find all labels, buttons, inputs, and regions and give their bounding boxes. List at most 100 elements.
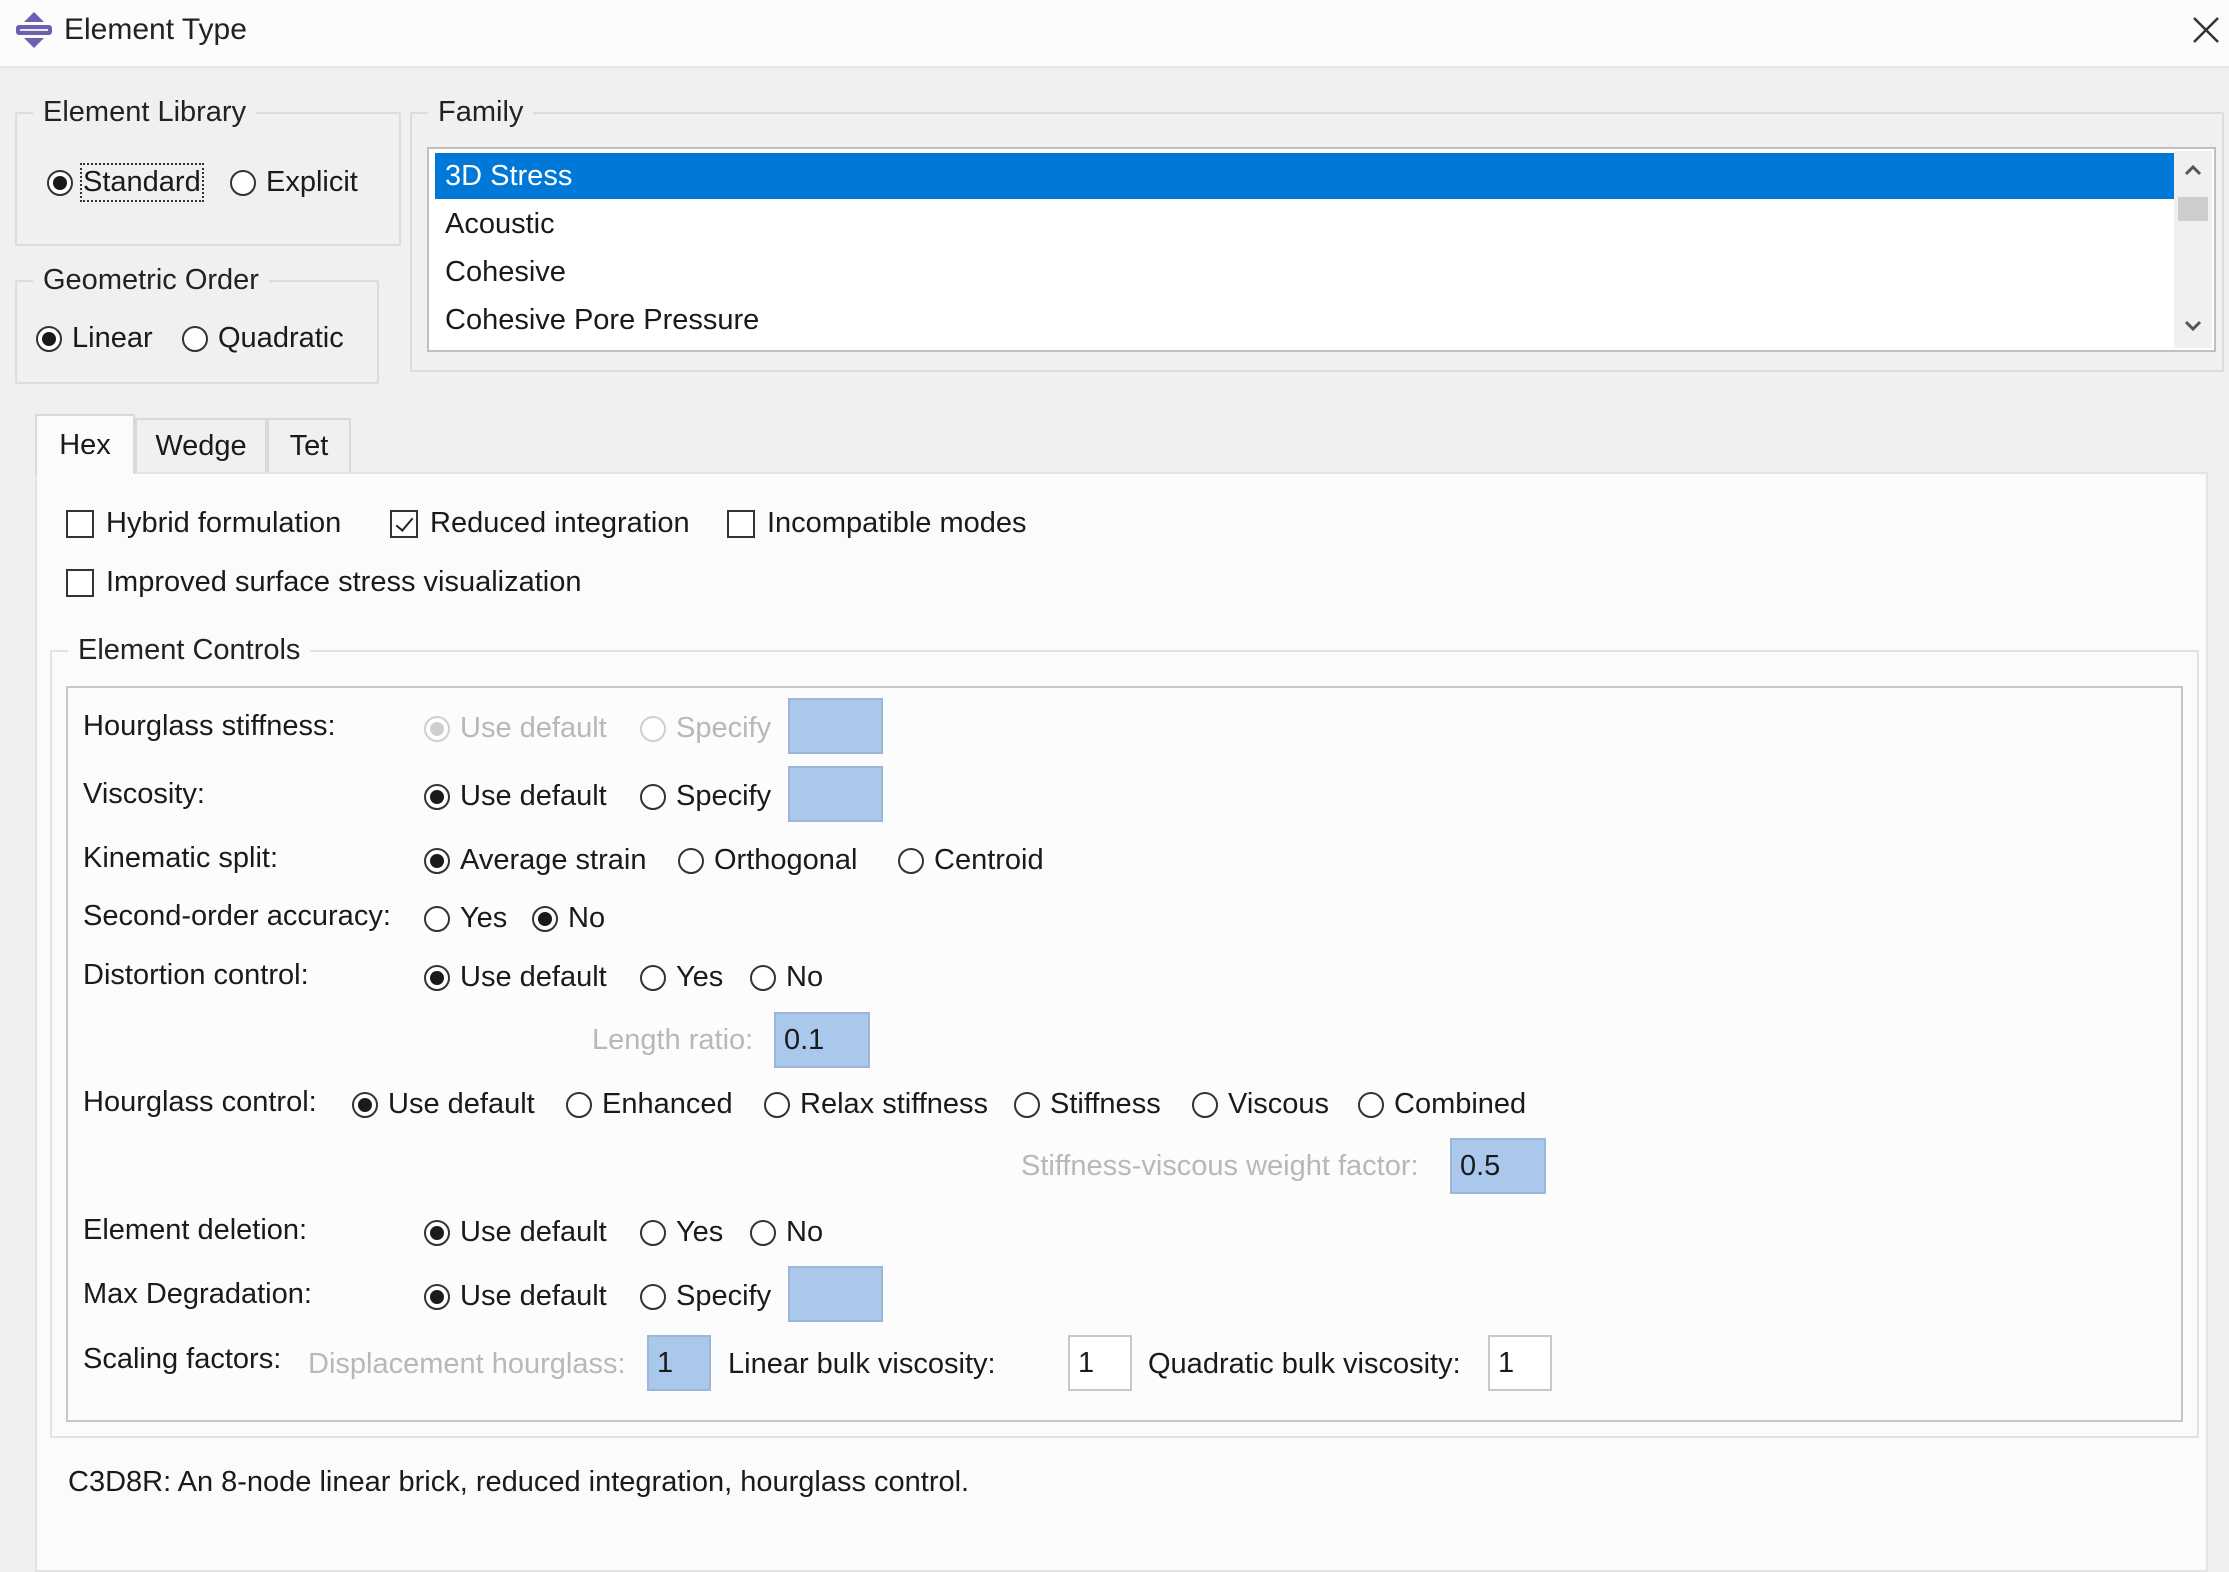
hourglass-use-default-radio[interactable]: Use default xyxy=(352,1088,535,1121)
stiffness-viscous-weight-input[interactable]: 0.5 xyxy=(1450,1138,1546,1194)
radio-indicator xyxy=(640,1283,666,1310)
radio-standard[interactable]: Standard xyxy=(47,163,204,202)
radio-label: Enhanced xyxy=(602,1088,733,1120)
radio-indicator xyxy=(640,783,666,810)
incompatible-modes-checkbox[interactable]: Incompatible modes xyxy=(727,507,1027,540)
abaqus-app-icon xyxy=(14,10,54,50)
stiffness-viscous-weight-label: Stiffness-viscous weight factor: xyxy=(1021,1150,1419,1182)
radio-quadratic[interactable]: Quadratic xyxy=(182,322,344,355)
viscosity-use-default-radio[interactable]: Use default xyxy=(424,780,607,813)
hourglass-viscous-radio[interactable]: Viscous xyxy=(1192,1088,1329,1121)
chevron-down-icon xyxy=(2184,320,2202,332)
hybrid-formulation-checkbox[interactable]: Hybrid formulation xyxy=(66,507,341,540)
checkbox-box xyxy=(66,568,94,597)
kinematic-orthogonal-radio[interactable]: Orthogonal xyxy=(678,844,858,877)
second-order-no-radio[interactable]: No xyxy=(532,902,605,935)
element-deletion-no-radio[interactable]: No xyxy=(750,1216,823,1249)
radio-linear[interactable]: Linear xyxy=(36,322,153,355)
radio-indicator xyxy=(750,1219,776,1246)
checkbox-label: Improved surface stress visualization xyxy=(106,566,582,598)
hourglass-stiffness-input[interactable] xyxy=(788,698,883,754)
checkbox-box xyxy=(66,509,94,538)
distortion-use-default-radio[interactable]: Use default xyxy=(424,961,607,994)
radio-label: Yes xyxy=(460,902,508,934)
geometric-order-legend: Geometric Order xyxy=(43,264,259,296)
linear-bulk-viscosity-input[interactable]: 1 xyxy=(1068,1335,1132,1391)
radio-label: No xyxy=(568,902,606,934)
radio-label: Relax stiffness xyxy=(800,1088,989,1120)
tab-tet[interactable]: Tet xyxy=(267,418,351,472)
element-controls-legend: Element Controls xyxy=(78,634,301,666)
checkbox-label: Incompatible modes xyxy=(767,507,1027,539)
radio-label: Yes xyxy=(676,1216,724,1248)
tab-hex[interactable]: Hex xyxy=(35,414,135,474)
element-deletion-yes-radio[interactable]: Yes xyxy=(640,1216,723,1249)
radio-indicator xyxy=(750,964,776,991)
family-listbox[interactable]: 3D Stress Acoustic Cohesive Cohesive Por… xyxy=(427,147,2216,352)
chevron-up-icon xyxy=(2184,164,2202,176)
radio-indicator xyxy=(532,905,558,932)
checkbox-label: Reduced integration xyxy=(430,507,690,539)
radio-indicator xyxy=(424,847,450,874)
distortion-yes-radio[interactable]: Yes xyxy=(640,961,723,994)
window-title: Element Type xyxy=(64,13,247,46)
radio-label: Use default xyxy=(388,1088,535,1120)
max-degradation-input[interactable] xyxy=(788,1266,883,1322)
distortion-no-radio[interactable]: No xyxy=(750,961,823,994)
displacement-hourglass-input[interactable]: 1 xyxy=(647,1335,711,1391)
family-legend: Family xyxy=(438,96,524,128)
max-degradation-use-default-radio[interactable]: Use default xyxy=(424,1280,607,1313)
reduced-integration-checkbox[interactable]: Reduced integration xyxy=(390,507,690,540)
radio-label: Specify xyxy=(676,1280,772,1312)
scaling-factors-label: Scaling factors: xyxy=(83,1343,282,1375)
family-item-cohesive-pore-pressure[interactable]: Cohesive Pore Pressure xyxy=(435,297,2175,343)
kinematic-average-strain-radio[interactable]: Average strain xyxy=(424,844,646,877)
hourglass-enhanced-radio[interactable]: Enhanced xyxy=(566,1088,733,1121)
hourglass-stiffness-use-default-radio[interactable]: Use default xyxy=(424,712,607,745)
radio-indicator xyxy=(424,964,450,991)
radio-label: Specify xyxy=(676,780,772,812)
radio-indicator xyxy=(424,783,450,810)
radio-label: Use default xyxy=(460,1280,607,1312)
length-ratio-input[interactable]: 0.1 xyxy=(774,1012,870,1068)
element-controls-panel xyxy=(66,686,2183,1422)
radio-label: Explicit xyxy=(266,166,358,198)
element-library-legend: Element Library xyxy=(43,96,247,128)
radio-label: Quadratic xyxy=(218,322,344,354)
close-button[interactable] xyxy=(2184,8,2228,52)
quadratic-bulk-viscosity-input[interactable]: 1 xyxy=(1488,1335,1552,1391)
checkbox-label: Hybrid formulation xyxy=(106,507,342,539)
radio-label: Centroid xyxy=(934,844,1044,876)
max-degradation-specify-radio[interactable]: Specify xyxy=(640,1280,771,1313)
family-scrollbar[interactable] xyxy=(2174,151,2212,348)
distortion-control-label: Distortion control: xyxy=(83,959,309,991)
scroll-up-button[interactable] xyxy=(2174,155,2212,185)
radio-indicator xyxy=(566,1091,592,1118)
linear-bulk-viscosity-label: Linear bulk viscosity: xyxy=(728,1348,996,1380)
family-item-acoustic[interactable]: Acoustic xyxy=(435,201,2175,247)
radio-explicit[interactable]: Explicit xyxy=(230,166,358,199)
viscosity-label: Viscosity: xyxy=(83,778,205,810)
radio-indicator xyxy=(1192,1091,1218,1118)
improved-surface-stress-checkbox[interactable]: Improved surface stress visualization xyxy=(66,566,581,599)
hourglass-combined-radio[interactable]: Combined xyxy=(1358,1088,1526,1121)
second-order-yes-radio[interactable]: Yes xyxy=(424,902,507,935)
radio-label: Use default xyxy=(460,961,607,993)
family-item-3d-stress[interactable]: 3D Stress xyxy=(435,153,2175,199)
radio-label: Standard xyxy=(80,163,204,202)
hourglass-stiffness-radio[interactable]: Stiffness xyxy=(1014,1088,1161,1121)
scroll-down-button[interactable] xyxy=(2174,311,2212,341)
viscosity-input[interactable] xyxy=(788,766,883,822)
hourglass-stiffness-specify-radio[interactable]: Specify xyxy=(640,712,771,745)
radio-indicator xyxy=(678,847,704,874)
kinematic-centroid-radio[interactable]: Centroid xyxy=(898,844,1044,877)
tab-wedge[interactable]: Wedge xyxy=(135,418,267,472)
viscosity-specify-radio[interactable]: Specify xyxy=(640,780,771,813)
family-item-cohesive[interactable]: Cohesive xyxy=(435,249,2175,295)
radio-indicator xyxy=(424,1219,450,1246)
element-deletion-use-default-radio[interactable]: Use default xyxy=(424,1216,607,1249)
checkbox-box xyxy=(727,509,755,538)
radio-label: No xyxy=(786,961,824,993)
hourglass-relax-stiffness-radio[interactable]: Relax stiffness xyxy=(764,1088,988,1121)
scroll-thumb[interactable] xyxy=(2178,197,2208,221)
